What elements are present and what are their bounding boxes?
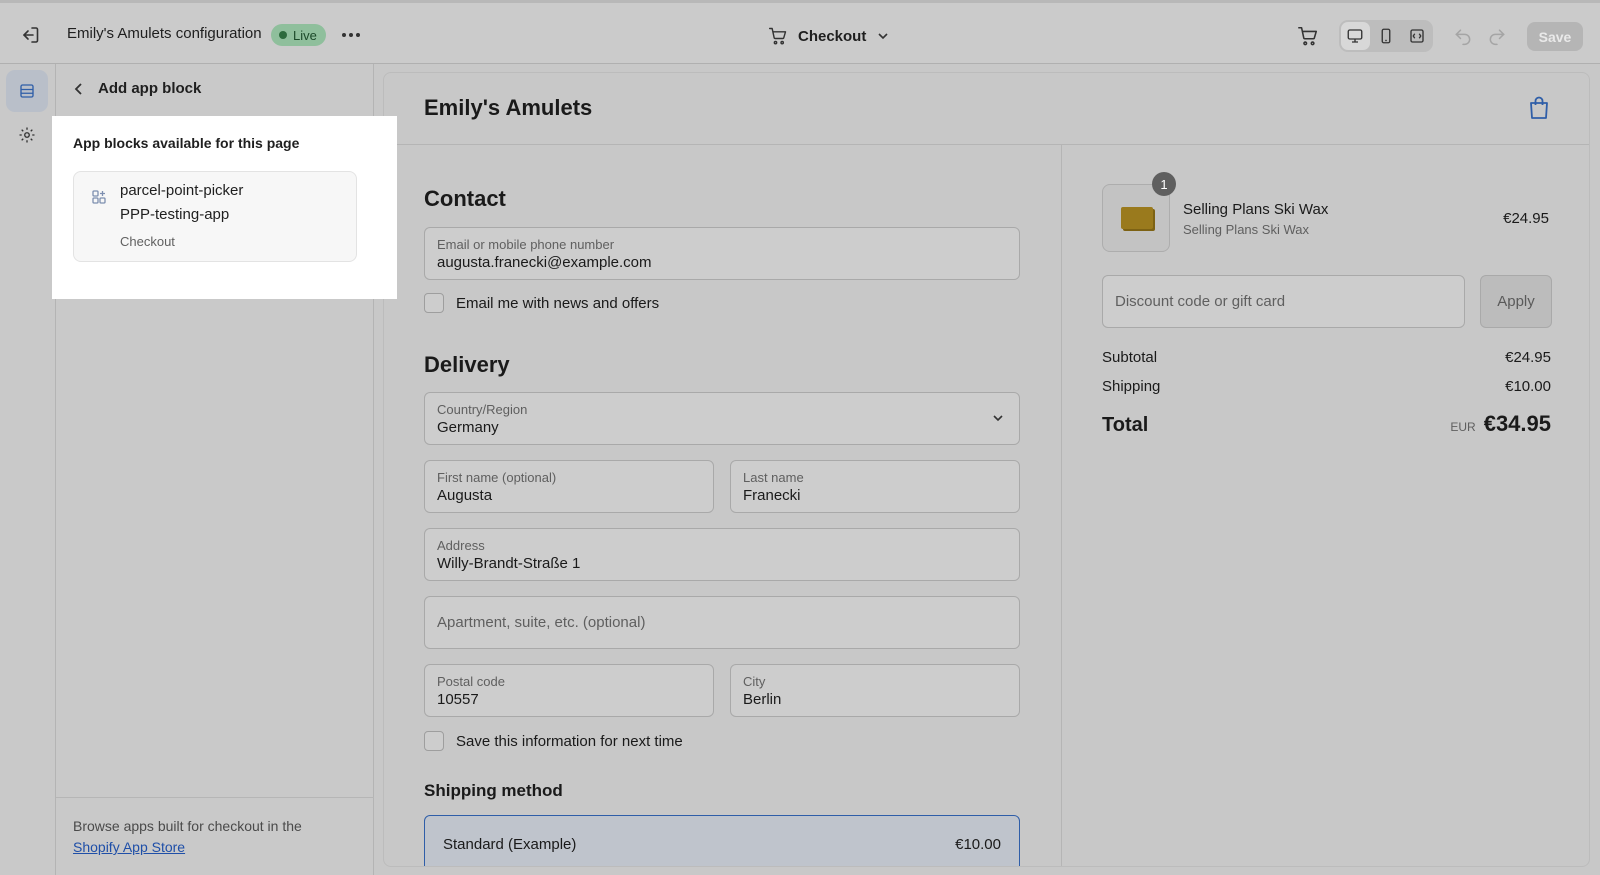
panel-back[interactable]: Add app block xyxy=(72,80,201,97)
address-label: Address xyxy=(437,538,485,553)
shipping-option-price: €10.00 xyxy=(955,836,1001,853)
save-info-row[interactable]: Save this information for next time xyxy=(424,731,683,751)
shipping-option[interactable]: Standard (Example) €10.00 xyxy=(424,815,1020,866)
page-selector[interactable]: Checkout xyxy=(768,23,890,49)
first-name-value: Augusta xyxy=(437,487,493,504)
live-badge-label: Live xyxy=(293,27,317,43)
total-row: Total EUR €34.95 xyxy=(1102,411,1551,437)
email-field[interactable]: Email or mobile phone number augusta.fra… xyxy=(424,227,1020,280)
app-blocks-popover: App blocks available for this page parce… xyxy=(52,116,397,299)
postal-code-value: 10557 xyxy=(437,691,479,708)
product-image xyxy=(1121,207,1153,229)
total-currency: EUR xyxy=(1450,420,1476,434)
apartment-field[interactable]: Apartment, suite, etc. (optional) xyxy=(424,596,1020,649)
shipping-method-heading: Shipping method xyxy=(424,781,563,800)
country-value: Germany xyxy=(437,419,499,436)
cart-icon xyxy=(768,27,787,45)
app-block-item[interactable]: parcel-point-picker PPP-testing-app Chec… xyxy=(73,171,357,262)
subtotal-label: Subtotal xyxy=(1102,349,1158,366)
email-label: Email or mobile phone number xyxy=(437,237,615,252)
sections-icon[interactable] xyxy=(6,70,48,112)
quantity-badge: 1 xyxy=(1152,172,1176,196)
app-store-link[interactable]: Shopify App Store xyxy=(73,839,185,855)
last-name-value: Franecki xyxy=(743,487,801,504)
top-bar: Emily's Amulets configuration Live Check… xyxy=(0,0,1600,64)
app-block-app-name: PPP-testing-app xyxy=(120,206,230,223)
page-selector-label: Checkout xyxy=(798,27,867,45)
app-block-target: Checkout xyxy=(120,234,175,249)
more-actions-icon[interactable] xyxy=(339,23,363,47)
theme-title: Emily's Amulets configuration xyxy=(67,25,262,42)
app-blocks-heading: App blocks available for this page xyxy=(73,135,300,151)
undo-icon[interactable] xyxy=(1453,26,1473,46)
country-label: Country/Region xyxy=(437,402,528,417)
city-field[interactable]: City Berlin xyxy=(730,664,1020,717)
country-select[interactable]: Country/Region Germany xyxy=(424,392,1020,445)
discount-input[interactable]: Discount code or gift card xyxy=(1102,275,1465,328)
email-value: augusta.franecki@example.com xyxy=(437,254,652,271)
postal-code-field[interactable]: Postal code 10557 xyxy=(424,664,714,717)
first-name-field[interactable]: First name (optional) Augusta xyxy=(424,460,714,513)
app-block-icon xyxy=(91,189,107,205)
shop-name: Emily's Amulets xyxy=(424,95,593,120)
checkout-preview: Emily's Amulets Contact Email or mobile … xyxy=(383,72,1590,867)
postal-code-label: Postal code xyxy=(437,674,505,689)
shipping-label: Shipping xyxy=(1102,378,1161,395)
chevron-left-icon xyxy=(74,82,82,95)
discount-placeholder: Discount code or gift card xyxy=(1115,293,1286,310)
save-info-checkbox[interactable] xyxy=(424,731,444,751)
panel-footer: Browse apps built for checkout in the Sh… xyxy=(56,797,374,875)
left-rail xyxy=(0,64,56,875)
settings-gear-icon[interactable] xyxy=(6,114,48,156)
total-value: €34.95 xyxy=(1483,411,1551,436)
city-value: Berlin xyxy=(743,691,782,708)
desktop-view-icon[interactable] xyxy=(1341,22,1370,50)
last-name-label: Last name xyxy=(743,470,804,485)
product-name: Selling Plans Ski Wax xyxy=(1183,201,1329,218)
first-name-label: First name (optional) xyxy=(437,470,557,485)
product-price: €24.95 xyxy=(1503,210,1549,227)
exit-icon[interactable] xyxy=(18,23,42,47)
newsletter-checkbox[interactable] xyxy=(424,293,444,313)
subtotal-row: Subtotal €24.95 xyxy=(1102,349,1551,366)
redo-icon[interactable] xyxy=(1487,26,1507,46)
shipping-row: Shipping €10.00 xyxy=(1102,378,1551,395)
cart-preview-icon[interactable] xyxy=(1297,25,1319,47)
mobile-view-icon[interactable] xyxy=(1372,22,1401,50)
total-label: Total xyxy=(1102,414,1149,436)
subtotal-value: €24.95 xyxy=(1505,349,1551,366)
app-block-name: parcel-point-picker xyxy=(120,182,244,199)
address-field[interactable]: Address Willy-Brandt-Straße 1 xyxy=(424,528,1020,581)
chevron-down-icon xyxy=(993,415,1003,422)
total-amount: EUR €34.95 xyxy=(1450,411,1551,437)
save-button[interactable]: Save xyxy=(1527,22,1583,51)
contact-heading: Contact xyxy=(424,186,506,211)
newsletter-label: Email me with news and offers xyxy=(456,294,660,312)
viewport-switcher xyxy=(1339,20,1433,52)
product-variant: Selling Plans Ski Wax xyxy=(1183,222,1309,237)
footer-text: Browse apps built for checkout in the xyxy=(73,818,302,834)
delivery-heading: Delivery xyxy=(424,352,510,377)
shopping-bag-icon[interactable] xyxy=(1527,95,1551,121)
panel-title: Add app block xyxy=(98,80,202,97)
preview-header: Emily's Amulets xyxy=(384,73,1589,145)
live-badge: Live xyxy=(271,24,326,46)
shipping-option-name: Standard (Example) xyxy=(443,836,577,853)
newsletter-row[interactable]: Email me with news and offers xyxy=(424,293,659,313)
last-name-field[interactable]: Last name Franecki xyxy=(730,460,1020,513)
status-dot-icon xyxy=(279,31,287,39)
apply-button[interactable]: Apply xyxy=(1480,275,1552,328)
apartment-placeholder: Apartment, suite, etc. (optional) xyxy=(437,614,646,631)
chevron-down-icon xyxy=(878,33,888,40)
column-divider xyxy=(1061,145,1062,866)
address-value: Willy-Brandt-Straße 1 xyxy=(437,555,581,572)
city-label: City xyxy=(743,674,766,689)
shipping-value: €10.00 xyxy=(1505,378,1551,395)
save-info-label: Save this information for next time xyxy=(456,732,683,750)
fullscreen-view-icon[interactable] xyxy=(1402,22,1431,50)
